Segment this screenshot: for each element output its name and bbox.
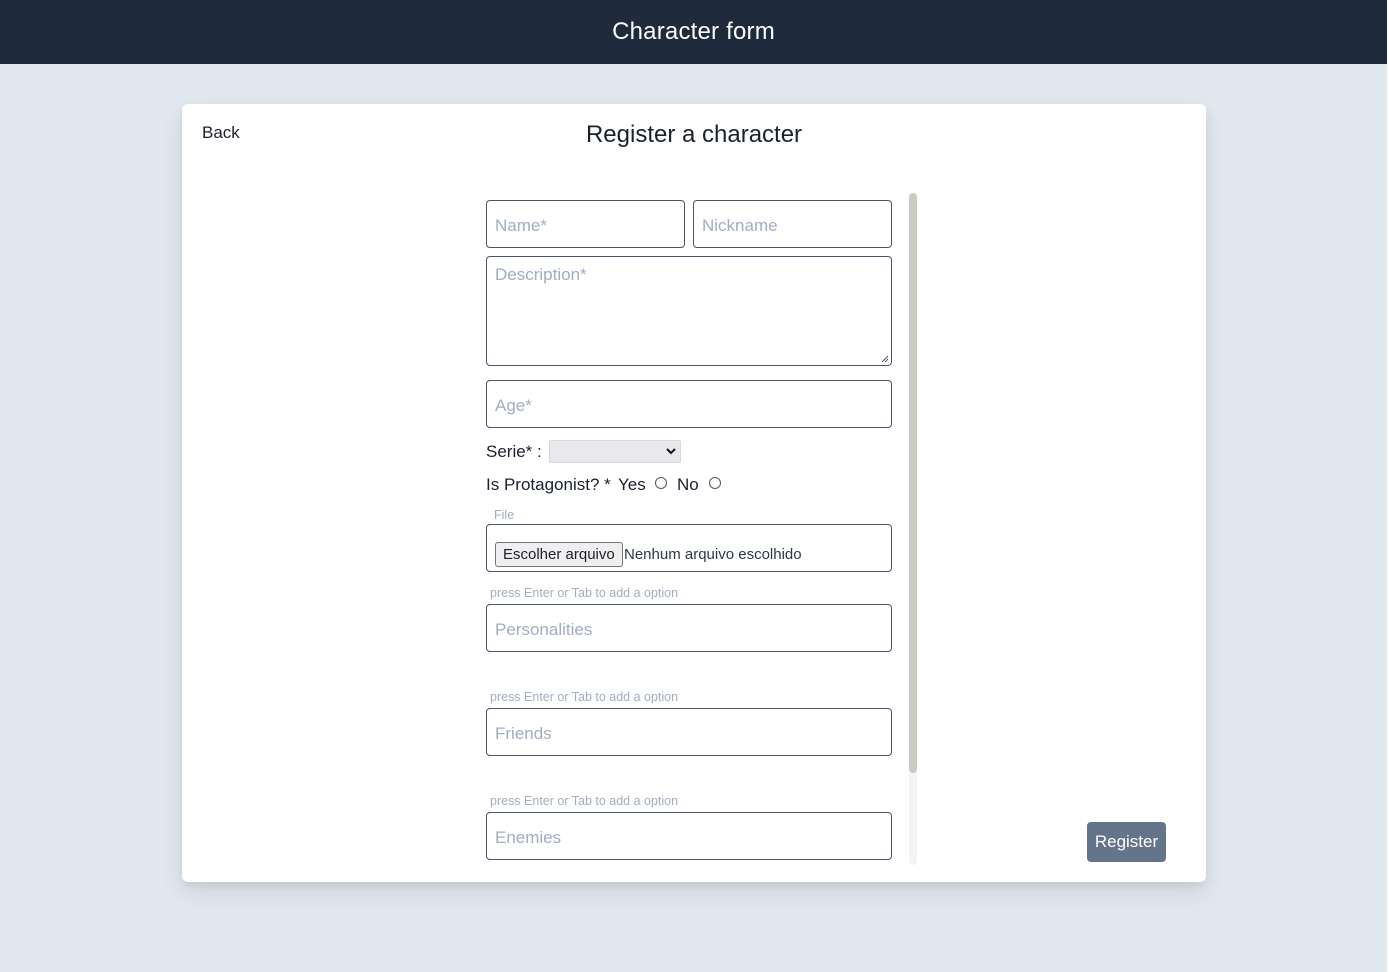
no-label: No [677,475,699,494]
enemies-placeholder: Enemies [495,828,562,847]
name-input[interactable]: Name* [486,200,685,248]
enemies-hint: press Enter or Tab to add a option [490,794,679,808]
scrollbar-thumb[interactable] [909,193,917,773]
personalities-placeholder: Personalities [495,620,593,639]
personalities-hint: press Enter or Tab to add a option [490,586,679,600]
no-radio[interactable] [709,477,721,489]
yes-label: Yes [618,475,646,494]
friends-placeholder: Friends [495,724,552,743]
choose-file-button[interactable]: Escolher arquivo [495,542,623,567]
enemies-input[interactable]: Enemies [486,812,892,860]
form-scrollbar[interactable] [909,193,917,865]
top-bar: Character form [0,0,1387,64]
form-card: Back Register a character Name* Nickname… [182,104,1206,882]
serie-select[interactable] [549,440,681,463]
friends-input[interactable]: Friends [486,708,892,756]
description-placeholder: Description* [495,265,587,284]
nickname-input[interactable]: Nickname [693,200,892,248]
chevron-down-icon [666,448,676,455]
age-placeholder: Age* [495,396,532,415]
file-status: Nenhum arquivo escolhido [624,546,802,563]
resize-grip-icon[interactable] [881,355,889,363]
friends-hint: press Enter or Tab to add a option [490,690,679,704]
register-button[interactable]: Register [1087,822,1166,862]
personalities-input[interactable]: Personalities [486,604,892,652]
app-title: Character form [612,18,775,45]
nickname-placeholder: Nickname [702,216,778,235]
page-title: Register a character [585,121,803,148]
serie-label: Serie* : [486,442,542,461]
age-input[interactable]: Age* [486,380,892,428]
file-input[interactable]: Escolher arquivo Nenhum arquivo escolhid… [486,524,892,572]
yes-radio[interactable] [655,477,667,489]
description-textarea[interactable]: Description* [486,256,892,366]
protagonist-label: Is Protagonist? * [486,475,611,494]
name-placeholder: Name* [495,216,547,235]
file-label: File [494,508,515,522]
